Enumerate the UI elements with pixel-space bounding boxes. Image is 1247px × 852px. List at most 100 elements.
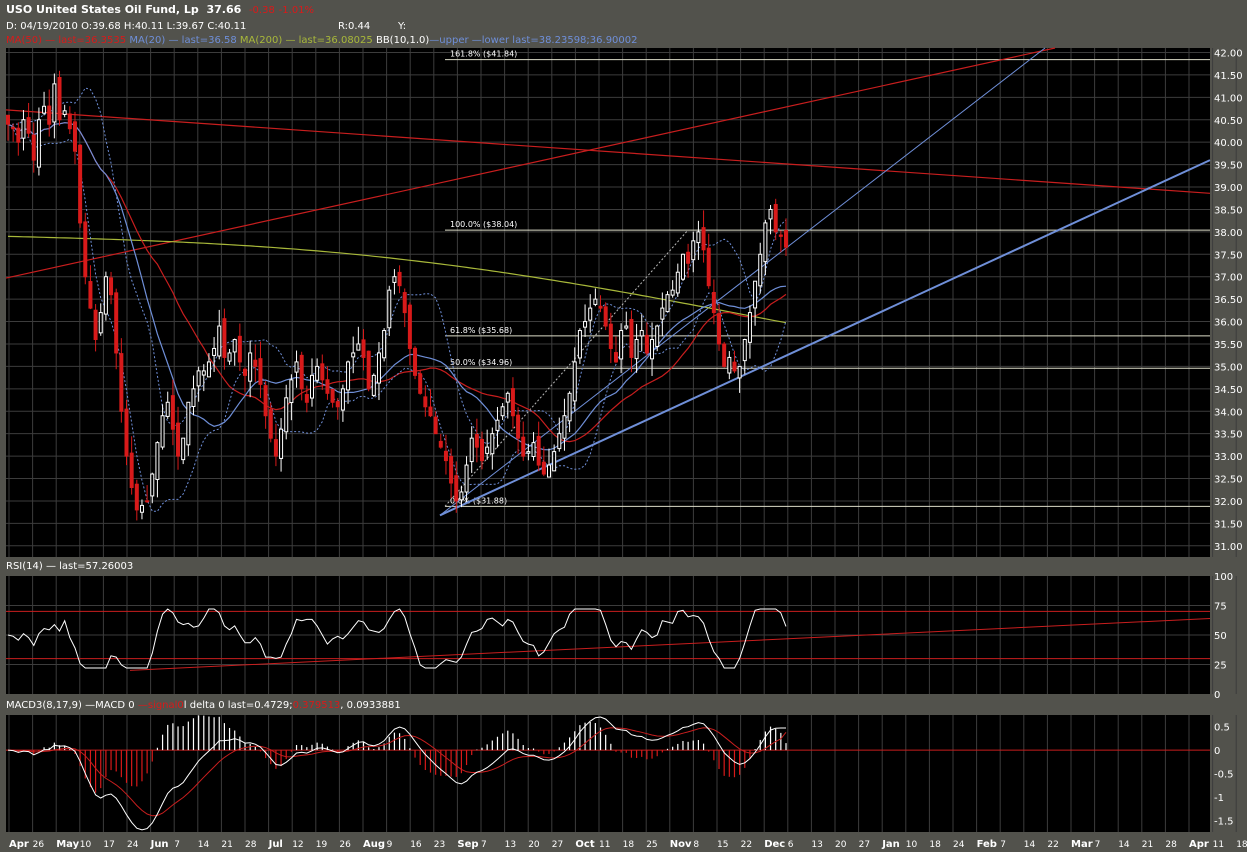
candle-body	[418, 373, 423, 394]
candle-body	[42, 105, 47, 114]
candle-body	[176, 422, 181, 457]
candle-body	[495, 419, 500, 431]
candle-body	[129, 452, 134, 488]
candle-body	[191, 388, 196, 407]
x-tick-label: 14	[1024, 840, 1036, 850]
candle-body	[232, 338, 237, 353]
ma20-legend: MA(20) — last=36.58	[129, 35, 237, 46]
x-tick-label: 20	[835, 840, 847, 850]
rsi-tick-label: 75	[1214, 602, 1227, 613]
macd-tick-label: 0.5	[1214, 723, 1230, 734]
y-readout: Y:	[398, 21, 407, 32]
macd-tick-label: -1	[1214, 793, 1224, 804]
ma200-prefix: MA(200)	[239, 35, 283, 46]
candle-body	[371, 374, 376, 396]
macd-mid-legend: l delta 0 last=0.4729;	[183, 700, 293, 711]
candle-body	[72, 121, 77, 152]
candle-body	[670, 289, 675, 296]
candle-body	[382, 330, 387, 359]
x-tick-label: Sep	[457, 839, 478, 850]
candle-body	[485, 446, 490, 454]
x-tick-label: Aug	[363, 839, 385, 850]
candle-body	[423, 396, 428, 408]
x-tick-label: 17	[103, 840, 114, 850]
candle-body	[150, 473, 155, 497]
fib-level-label: 61.8% ($35.68)	[450, 326, 512, 335]
candle-body	[521, 436, 526, 457]
x-tick-label: 25	[646, 840, 657, 850]
x-tick-label: Jan	[881, 839, 900, 850]
symbol-name: USO United States Oil Fund, Lp	[6, 3, 199, 16]
candle-body	[320, 363, 325, 381]
candle-body	[315, 365, 320, 381]
x-tick-label: 18	[623, 840, 635, 850]
candle-body	[577, 330, 582, 359]
candle-body	[443, 450, 448, 462]
candle-body	[717, 313, 722, 345]
candle-body	[227, 352, 232, 362]
candle-body	[361, 339, 366, 358]
candle-body	[784, 230, 788, 248]
fib-level-label: 50.0% ($34.96)	[450, 358, 512, 367]
candle-body	[763, 222, 768, 263]
candle-body	[243, 368, 248, 376]
candle-body	[114, 292, 119, 354]
change-percent: -1.01%	[278, 5, 315, 16]
candle-body	[83, 221, 88, 278]
ma200-legend: — last=36.08025	[285, 35, 373, 46]
macd-signal-legend: —signal0	[137, 700, 184, 711]
price-tick-label: 41.50	[1214, 71, 1243, 82]
ohlc-row: D: 04/19/2010 O:39.68 H:40.11 L:39.67 C:…	[6, 21, 406, 32]
candle-body	[536, 435, 541, 466]
candle-body	[480, 438, 485, 462]
candle-body	[531, 442, 536, 458]
x-tick-label: 27	[552, 840, 563, 850]
price-tick-label: 31.50	[1214, 519, 1243, 530]
candle-body	[758, 253, 763, 287]
candle-body	[93, 309, 98, 340]
candle-body	[258, 358, 263, 385]
candle-body	[340, 388, 345, 411]
x-tick-label: Oct	[575, 839, 594, 850]
candle-body	[289, 379, 294, 404]
candle-body	[629, 318, 634, 358]
candle-body	[181, 437, 186, 461]
x-tick-label: 26	[33, 840, 45, 850]
x-tick-label: 21	[221, 840, 232, 850]
x-tick-label: 28	[1165, 840, 1177, 850]
candle-body	[469, 437, 474, 463]
price-tick-label: 33.00	[1214, 452, 1243, 463]
price-tick-label: 38.50	[1214, 205, 1243, 216]
x-tick-label: 14	[198, 840, 210, 850]
x-tick-label: 20	[528, 840, 540, 850]
price-tick-label: 41.00	[1214, 93, 1243, 104]
macd-prefix: MACD3(8,17,9) —MACD 0	[6, 700, 135, 711]
candle-body	[134, 483, 139, 511]
x-tick-label: 7	[1000, 840, 1006, 850]
candle-body	[346, 361, 351, 391]
candle-body	[696, 231, 701, 244]
x-tick-label: 28	[245, 840, 257, 850]
candle-body	[598, 305, 603, 309]
candle-body	[650, 338, 655, 360]
x-tick-label: 13	[811, 840, 822, 850]
candle-body	[655, 325, 660, 347]
rsi-tick-label: 25	[1214, 661, 1227, 672]
candle-body	[773, 204, 778, 233]
candle-body	[263, 385, 268, 417]
candle-body	[474, 434, 479, 448]
candle-body	[428, 406, 433, 417]
candle-body	[284, 397, 289, 433]
candle-body	[402, 292, 407, 314]
price-tick-label: 39.50	[1214, 161, 1243, 172]
candle-body	[387, 289, 392, 329]
macd-tick-label: -0.5	[1214, 770, 1234, 781]
x-tick-label: 14	[1118, 840, 1130, 850]
x-tick-label: 8	[693, 840, 699, 850]
x-tick-label: Apr	[9, 839, 29, 850]
candle-body	[201, 370, 206, 376]
x-tick-label: Nov	[670, 839, 692, 850]
candle-body	[644, 334, 649, 354]
candle-body	[454, 475, 459, 502]
x-tick-label: 7	[1095, 840, 1101, 850]
